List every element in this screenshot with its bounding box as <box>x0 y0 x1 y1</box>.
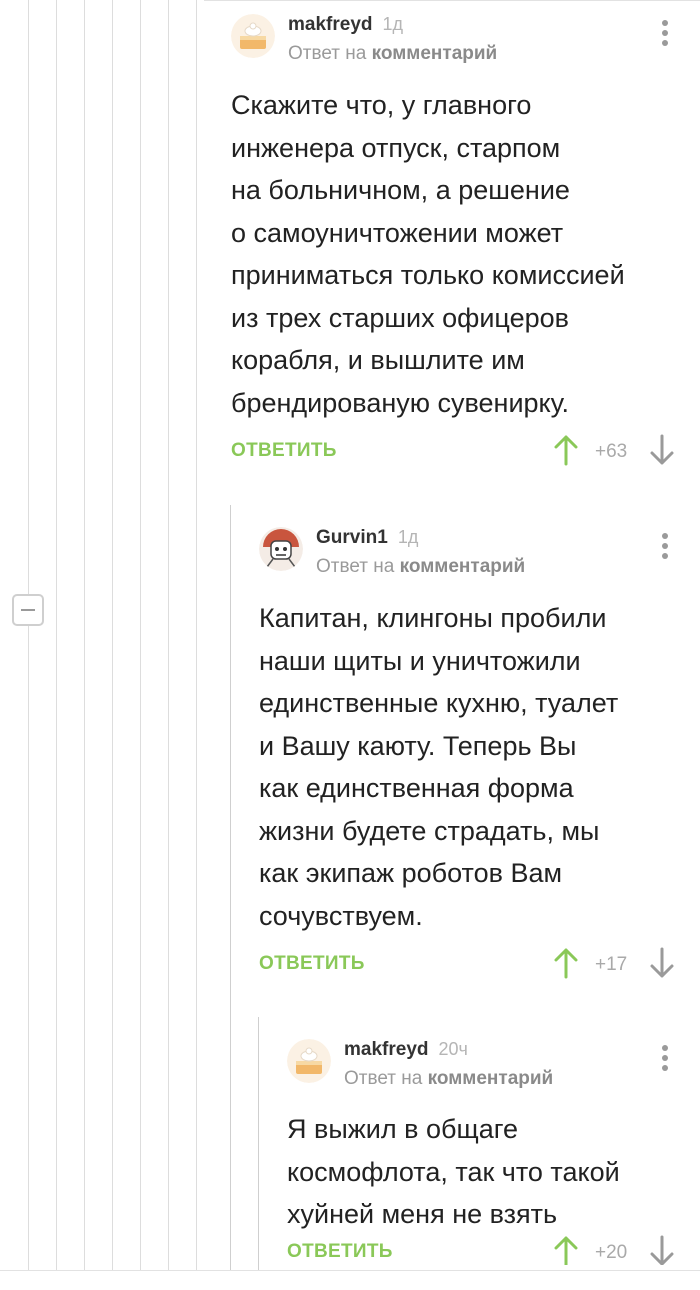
comment-header: Gurvin1 1д Ответ на комментарий <box>259 527 700 587</box>
comment-body: Скажите что, у главного инженера отпуск,… <box>231 84 625 424</box>
reply-to-link[interactable]: комментарий <box>428 1068 554 1089</box>
comment-time: 1д <box>397 527 419 547</box>
avatar[interactable] <box>287 1039 331 1083</box>
thread-line <box>168 0 169 1270</box>
comment-body-line: хуйней меня не взять <box>287 1199 558 1229</box>
username-line[interactable]: makfreyd 1д <box>288 14 403 36</box>
reply-to-line: Ответ на комментарий <box>344 1068 553 1090</box>
robot-avatar-icon <box>259 527 303 571</box>
comment-body-line: наши щиты и уничтожили <box>259 645 581 676</box>
thread-line <box>140 0 141 1270</box>
more-options-icon[interactable] <box>660 531 670 561</box>
reply-button[interactable]: ОТВЕТИТЬ <box>231 440 337 462</box>
username-line[interactable]: makfreyd 20ч <box>344 1039 468 1061</box>
username[interactable]: makfreyd <box>288 14 373 35</box>
arrow-up-icon[interactable] <box>553 434 579 466</box>
arrow-down-icon[interactable] <box>649 434 675 466</box>
comment-body-line: сочувствуем. <box>259 900 423 931</box>
arrow-down-icon[interactable] <box>649 947 675 979</box>
comment-header: makfreyd 1д Ответ на комментарий <box>231 14 700 74</box>
reply-to-prefix: Ответ на <box>316 556 395 577</box>
cake-avatar-icon <box>231 14 275 58</box>
avatar[interactable] <box>259 527 303 571</box>
comment-actions: ОТВЕТИТЬ +20 <box>287 1235 700 1265</box>
thread-line <box>28 0 29 1270</box>
reply-button[interactable]: ОТВЕТИТЬ <box>259 953 365 975</box>
comment-time: 1д <box>382 14 404 34</box>
comment-body-line: инженера отпуск, старпом <box>231 132 561 163</box>
comment-body: Я выжил в общаге космофлота, так что так… <box>287 1108 620 1236</box>
reply-to-link[interactable]: комментарий <box>372 43 498 64</box>
comment-body-line: брендированую сувенирку. <box>231 387 569 418</box>
comment-body-line: из трех старших офицеров <box>231 302 569 333</box>
comment-body: Капитан, клингоны пробили наши щиты и ун… <box>259 597 618 937</box>
comment-body-line: корабля, и вышлите им <box>231 345 525 375</box>
comment-body-line: на больничном, а решение <box>231 175 570 205</box>
comment-actions: ОТВЕТИТЬ +63 <box>231 434 700 470</box>
reply-to-prefix: Ответ на <box>288 43 367 64</box>
comment-header: makfreyd 20ч Ответ на комментарий <box>287 1039 700 1099</box>
comment-body-line: жизни будете страдать, мы <box>259 815 600 846</box>
divider <box>204 0 700 1</box>
comment-body-line: как экипаж роботов Вам <box>259 858 563 888</box>
comment-body-line: Я выжил в общаге <box>287 1114 518 1144</box>
thread-line <box>56 0 57 1270</box>
minus-icon <box>21 609 35 611</box>
comment-body-line: о самоуничтожении может <box>231 217 564 248</box>
thread-line[interactable] <box>230 505 231 1270</box>
reply-to-link[interactable]: комментарий <box>400 556 526 577</box>
comment-time: 20ч <box>438 1039 468 1059</box>
comment-body-line: Капитан, клингоны пробили <box>259 603 607 633</box>
thread-line <box>84 0 85 1270</box>
thread-line <box>112 0 113 1270</box>
rating-count: +63 <box>595 441 628 462</box>
username-line[interactable]: Gurvin1 1д <box>316 527 418 549</box>
comment-body-line: приниматься только комиссией <box>231 260 625 290</box>
cake-avatar-icon <box>287 1039 331 1083</box>
username[interactable]: makfreyd <box>344 1039 429 1060</box>
comment-body-line: космофлота, так что такой <box>287 1156 620 1187</box>
comment-body-line: единственные кухню, туалет <box>259 688 619 718</box>
reply-button[interactable]: ОТВЕТИТЬ <box>287 1241 393 1263</box>
rating-count: +17 <box>595 954 628 975</box>
rating-count: +20 <box>595 1242 628 1263</box>
more-options-icon[interactable] <box>660 1043 670 1073</box>
comment-body-line: и Вашу каюту. Теперь Вы <box>259 730 577 761</box>
collapse-thread-button[interactable] <box>12 594 44 626</box>
arrow-down-icon[interactable] <box>649 1235 675 1265</box>
divider <box>0 1270 700 1271</box>
thread-line <box>196 0 197 1270</box>
arrow-up-icon[interactable] <box>553 1235 579 1265</box>
avatar[interactable] <box>231 14 275 58</box>
thread-line[interactable] <box>258 1017 259 1270</box>
reply-to-line: Ответ на комментарий <box>316 556 525 578</box>
comment-body-line: как единственная форма <box>259 773 574 803</box>
reply-to-prefix: Ответ на <box>344 1068 423 1089</box>
more-options-icon[interactable] <box>660 18 670 48</box>
arrow-up-icon[interactable] <box>553 947 579 979</box>
username[interactable]: Gurvin1 <box>316 527 388 548</box>
comment-actions: ОТВЕТИТЬ +17 <box>259 947 700 983</box>
reply-to-line: Ответ на комментарий <box>288 43 497 65</box>
comment-body-line: Скажите что, у главного <box>231 90 532 120</box>
